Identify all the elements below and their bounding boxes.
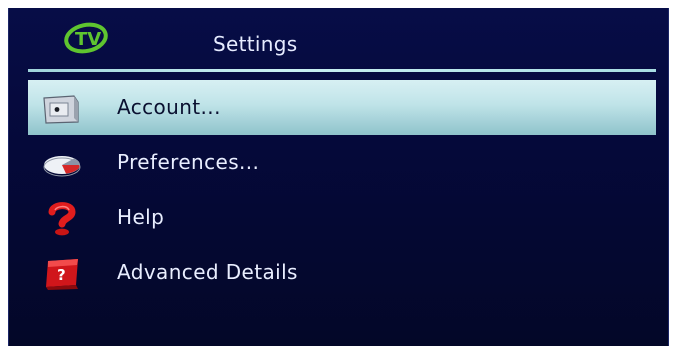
menu-item-preferences[interactable]: Preferences... (28, 135, 656, 190)
header: TV Settings (9, 8, 668, 70)
account-icon (43, 95, 79, 124)
help-question-icon (48, 202, 76, 236)
settings-screen: TV Settings Account... Preferences... He… (8, 8, 669, 346)
page-title: Settings (213, 32, 298, 56)
menu-item-label: Help (117, 205, 165, 229)
menu-item-label: Preferences... (117, 150, 260, 174)
settings-menu: Account... Preferences... Help ? Advance… (28, 80, 656, 300)
svg-text:?: ? (57, 266, 66, 284)
advanced-details-icon: ? (46, 259, 78, 290)
header-divider (28, 69, 656, 72)
menu-item-label: Account... (117, 95, 221, 119)
tv-logo: TV (64, 22, 108, 54)
menu-item-label: Advanced Details (117, 260, 298, 284)
menu-item-help[interactable]: Help (28, 190, 656, 245)
preferences-icon (43, 156, 81, 177)
menu-item-advanced-details[interactable]: ? Advanced Details (28, 245, 656, 300)
menu-item-account[interactable]: Account... (28, 80, 656, 135)
svg-text:TV: TV (75, 29, 101, 50)
